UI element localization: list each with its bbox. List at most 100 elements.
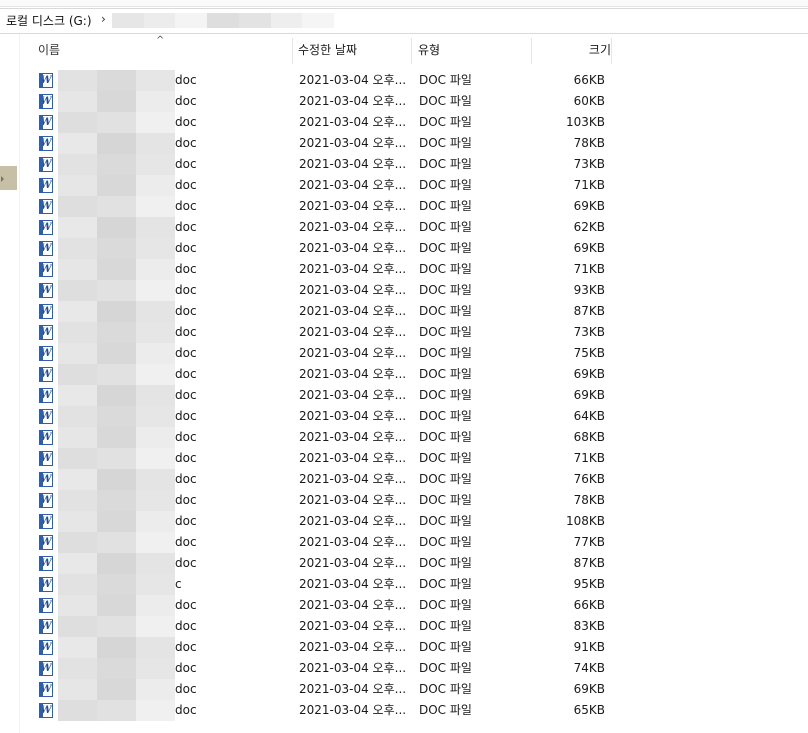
file-name-extension[interactable]: doc [175, 196, 197, 217]
file-name-extension[interactable]: doc [175, 700, 197, 721]
file-name-redacted[interactable] [58, 658, 175, 679]
file-name-redacted[interactable] [58, 574, 175, 595]
file-name-extension[interactable]: doc [175, 301, 197, 322]
file-name-redacted[interactable] [58, 532, 175, 553]
file-name-extension[interactable]: doc [175, 406, 197, 427]
file-row[interactable]: Wdoc 2021-03-04 오후... DOC 파일 71KB [0, 259, 808, 280]
column-header-type[interactable]: 유형 [418, 38, 532, 64]
file-row[interactable]: Wdoc 2021-03-04 오후... DOC 파일 77KB [0, 532, 808, 553]
file-name-extension[interactable]: doc [175, 616, 197, 637]
file-name-redacted[interactable] [58, 385, 175, 406]
file-row[interactable]: Wdoc 2021-03-04 오후... DOC 파일 103KB [0, 112, 808, 133]
file-name-redacted[interactable] [58, 280, 175, 301]
file-name-extension[interactable]: doc [175, 469, 197, 490]
file-name-extension[interactable]: doc [175, 91, 197, 112]
file-name-extension[interactable]: doc [175, 658, 197, 679]
file-name-extension[interactable]: doc [175, 280, 197, 301]
file-name-redacted[interactable] [58, 637, 175, 658]
file-row[interactable]: Wdoc 2021-03-04 오후... DOC 파일 93KB [0, 280, 808, 301]
file-name-redacted[interactable] [58, 259, 175, 280]
file-name-extension[interactable]: doc [175, 70, 197, 91]
file-name-extension[interactable]: doc [175, 364, 197, 385]
file-row[interactable]: Wdoc 2021-03-04 오후... DOC 파일 69KB [0, 385, 808, 406]
file-name-redacted[interactable] [58, 133, 175, 154]
file-name-extension[interactable]: doc [175, 238, 197, 259]
column-header-name[interactable]: 이름 [38, 38, 293, 64]
file-name-extension[interactable]: doc [175, 133, 197, 154]
file-name-extension[interactable]: doc [175, 175, 197, 196]
file-name-redacted[interactable] [58, 616, 175, 637]
file-row[interactable]: Wdoc 2021-03-04 오후... DOC 파일 69KB [0, 679, 808, 700]
file-name-extension[interactable]: doc [175, 343, 197, 364]
file-row[interactable]: Wdoc 2021-03-04 오후... DOC 파일 69KB [0, 238, 808, 259]
file-name-extension[interactable]: doc [175, 112, 197, 133]
file-row[interactable]: Wdoc 2021-03-04 오후... DOC 파일 73KB [0, 322, 808, 343]
file-row[interactable]: Wdoc 2021-03-04 오후... DOC 파일 76KB [0, 469, 808, 490]
file-name-redacted[interactable] [58, 679, 175, 700]
file-name-redacted[interactable] [58, 511, 175, 532]
file-name-redacted[interactable] [58, 196, 175, 217]
file-name-extension[interactable]: c [175, 574, 182, 595]
file-name-redacted[interactable] [58, 112, 175, 133]
file-name-extension[interactable]: doc [175, 448, 197, 469]
file-row[interactable]: Wdoc 2021-03-04 오후... DOC 파일 108KB [0, 511, 808, 532]
file-name-extension[interactable]: doc [175, 385, 197, 406]
breadcrumb-drive[interactable]: 로컬 디스크 (G:) [6, 12, 92, 29]
file-row[interactable]: Wdoc 2021-03-04 오후... DOC 파일 64KB [0, 406, 808, 427]
file-name-redacted[interactable] [58, 364, 175, 385]
file-name-redacted[interactable] [58, 343, 175, 364]
file-row[interactable]: Wdoc 2021-03-04 오후... DOC 파일 60KB [0, 91, 808, 112]
file-row[interactable]: Wdoc 2021-03-04 오후... DOC 파일 66KB [0, 595, 808, 616]
file-name-redacted[interactable] [58, 217, 175, 238]
column-header-size[interactable]: 크기 [538, 38, 612, 64]
file-name-redacted[interactable] [58, 301, 175, 322]
file-name-redacted[interactable] [58, 595, 175, 616]
file-row[interactable]: Wdoc 2021-03-04 오후... DOC 파일 73KB [0, 154, 808, 175]
breadcrumb-chevron-icon[interactable]: › [101, 12, 106, 26]
address-bar[interactable]: 로컬 디스크 (G:) › [0, 8, 808, 34]
file-name-redacted[interactable] [58, 238, 175, 259]
file-row[interactable]: Wdoc 2021-03-04 오후... DOC 파일 65KB [0, 700, 808, 721]
file-name-redacted[interactable] [58, 553, 175, 574]
file-row[interactable]: Wdoc 2021-03-04 오후... DOC 파일 71KB [0, 175, 808, 196]
column-header-date[interactable]: 수정한 날짜 [298, 38, 412, 64]
file-name-redacted[interactable] [58, 91, 175, 112]
file-name-extension[interactable]: doc [175, 637, 197, 658]
file-row[interactable]: Wdoc 2021-03-04 오후... DOC 파일 69KB [0, 196, 808, 217]
file-name-extension[interactable]: doc [175, 322, 197, 343]
file-row[interactable]: Wdoc 2021-03-04 오후... DOC 파일 78KB [0, 133, 808, 154]
file-row[interactable]: Wdoc 2021-03-04 오후... DOC 파일 74KB [0, 658, 808, 679]
file-name-redacted[interactable] [58, 322, 175, 343]
file-name-redacted[interactable] [58, 406, 175, 427]
file-row[interactable]: Wdoc 2021-03-04 오후... DOC 파일 71KB [0, 448, 808, 469]
file-row[interactable]: Wdoc 2021-03-04 오후... DOC 파일 83KB [0, 616, 808, 637]
file-name-redacted[interactable] [58, 154, 175, 175]
file-name-redacted[interactable] [58, 700, 175, 721]
file-name-extension[interactable]: doc [175, 553, 197, 574]
file-name-extension[interactable]: doc [175, 511, 197, 532]
file-row[interactable]: Wdoc 2021-03-04 오후... DOC 파일 66KB [0, 70, 808, 91]
file-name-extension[interactable]: doc [175, 154, 197, 175]
file-name-redacted[interactable] [58, 175, 175, 196]
file-name-redacted[interactable] [58, 469, 175, 490]
file-row[interactable]: Wdoc 2021-03-04 오후... DOC 파일 78KB [0, 490, 808, 511]
file-name-extension[interactable]: doc [175, 217, 197, 238]
file-row[interactable]: Wdoc 2021-03-04 오후... DOC 파일 75KB [0, 343, 808, 364]
file-name-extension[interactable]: doc [175, 427, 197, 448]
file-row[interactable]: Wdoc 2021-03-04 오후... DOC 파일 68KB [0, 427, 808, 448]
breadcrumb-redacted-folder[interactable] [112, 13, 335, 28]
file-row[interactable]: Wdoc 2021-03-04 오후... DOC 파일 69KB [0, 364, 808, 385]
file-name-extension[interactable]: doc [175, 595, 197, 616]
file-name-extension[interactable]: doc [175, 679, 197, 700]
file-row[interactable]: Wc 2021-03-04 오후... DOC 파일 95KB [0, 574, 808, 595]
file-name-redacted[interactable] [58, 490, 175, 511]
file-row[interactable]: Wdoc 2021-03-04 오후... DOC 파일 91KB [0, 637, 808, 658]
file-row[interactable]: Wdoc 2021-03-04 오후... DOC 파일 87KB [0, 553, 808, 574]
file-row[interactable]: Wdoc 2021-03-04 오후... DOC 파일 87KB [0, 301, 808, 322]
file-name-extension[interactable]: doc [175, 259, 197, 280]
file-name-extension[interactable]: doc [175, 490, 197, 511]
file-row[interactable]: Wdoc 2021-03-04 오후... DOC 파일 62KB [0, 217, 808, 238]
file-name-extension[interactable]: doc [175, 532, 197, 553]
file-name-redacted[interactable] [58, 448, 175, 469]
file-name-redacted[interactable] [58, 70, 175, 91]
